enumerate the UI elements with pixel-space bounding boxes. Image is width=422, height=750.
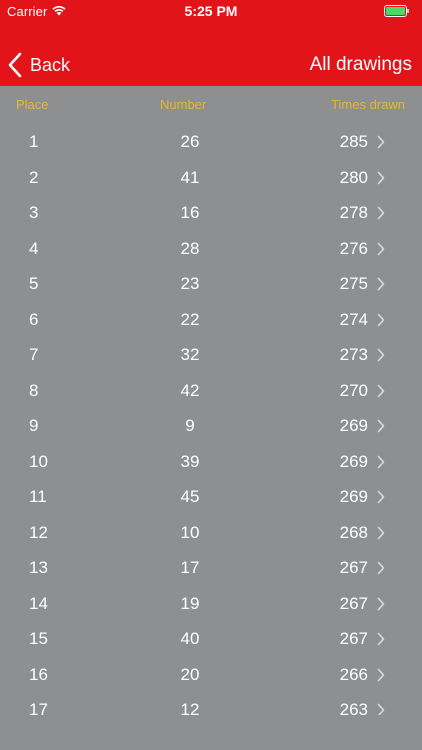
row-number: 16	[180, 203, 200, 222]
column-header-times-drawn: Times drawn	[331, 97, 405, 112]
row-times-drawn: 267	[339, 593, 368, 613]
column-header-place: Place	[16, 97, 49, 112]
chevron-right-icon	[377, 703, 385, 715]
row-number: 17	[180, 558, 200, 577]
row-times-drawn: 266	[339, 664, 368, 684]
row-times-drawn: 270	[339, 380, 368, 400]
chevron-right-icon	[377, 561, 385, 575]
table-row[interactable]: 5 23 275	[0, 265, 422, 301]
table-row[interactable]: 12 10 268	[0, 514, 422, 550]
row-times-drawn: 275	[339, 274, 368, 293]
table-row[interactable]: 1 26 285	[0, 123, 422, 159]
row-times-drawn: 269	[339, 451, 368, 471]
row-number: 22	[180, 309, 200, 329]
chevron-right-icon	[377, 419, 385, 433]
chevron-right-icon	[377, 135, 385, 149]
row-times-drawn: 278	[339, 203, 368, 222]
table-row[interactable]: 8 42 270	[0, 372, 422, 408]
table-row[interactable]: 3 16 278	[0, 194, 422, 230]
chevron-right-icon	[377, 313, 385, 326]
row-times-drawn: 276	[339, 238, 368, 258]
navigation-bar: Back All drawings	[0, 44, 422, 86]
row-times-drawn: 274	[339, 309, 368, 329]
chevron-right-icon	[377, 384, 385, 397]
table-row[interactable]: 13 17 267	[0, 549, 422, 585]
top-bar: Carrier 5:25 PM Back All drawings	[0, 0, 422, 86]
row-number: 42	[180, 380, 200, 400]
chevron-right-icon	[377, 526, 385, 539]
chevron-left-icon	[8, 52, 22, 78]
row-number: 19	[180, 593, 200, 613]
row-times-drawn: 267	[339, 558, 368, 577]
table-row[interactable]: 15 40 267	[0, 620, 422, 656]
chevron-right-icon	[377, 490, 385, 504]
table-row[interactable]: 16 20 266	[0, 656, 422, 692]
table-row[interactable]: 7 32 273	[0, 336, 422, 372]
bottom-safe-area	[0, 715, 422, 750]
back-button-label: Back	[30, 54, 71, 75]
chevron-right-icon	[377, 632, 385, 646]
drawings-list[interactable]: 1 26 285 2 41 280 3 16 278 4 28 276 5 23 275 6 22 274 7 32 2…	[0, 123, 422, 715]
row-times-drawn: 263	[339, 700, 368, 715]
row-number: 12	[180, 700, 200, 715]
chevron-right-icon	[377, 171, 385, 184]
status-time: 5:25 PM	[184, 3, 238, 19]
table-row[interactable]: 9 9 269	[0, 407, 422, 443]
battery-icon	[384, 5, 409, 17]
table-row[interactable]: 10 39 269	[0, 443, 422, 479]
table-row[interactable]: 11 45 269	[0, 478, 422, 514]
back-button[interactable]: Back	[6, 50, 70, 80]
table-row[interactable]: 4 28 276	[0, 230, 422, 266]
row-number: 45	[180, 487, 200, 506]
row-times-drawn: 273	[339, 345, 368, 364]
row-number: 23	[180, 274, 200, 293]
table-row[interactable]: 6 22 274	[0, 301, 422, 337]
row-number: 10	[180, 522, 200, 542]
row-number: 20	[180, 664, 200, 684]
row-number: 39	[180, 451, 200, 471]
row-times-drawn: 267	[339, 629, 368, 648]
chevron-right-icon	[377, 277, 385, 291]
chevron-right-icon	[377, 348, 385, 362]
row-number: 26	[180, 132, 200, 151]
chevron-right-icon	[377, 668, 385, 681]
row-number: 41	[180, 167, 200, 187]
row-number: 32	[180, 345, 200, 364]
row-times-drawn: 269	[339, 416, 368, 435]
screen: Carrier 5:25 PM Back All drawings Place …	[0, 0, 422, 750]
row-times-drawn: 285	[339, 132, 368, 151]
table-row[interactable]: 14 19 267	[0, 585, 422, 621]
chevron-right-icon	[377, 206, 385, 220]
table-row[interactable]: 17 12 263	[0, 691, 422, 715]
chevron-right-icon	[377, 455, 385, 468]
row-number: 28	[180, 238, 200, 258]
page-title: All drawings	[309, 54, 412, 75]
column-headers: Place Number Times drawn	[0, 94, 422, 116]
row-times-drawn: 280	[339, 167, 368, 187]
chevron-right-icon	[377, 242, 385, 255]
row-times-drawn: 269	[339, 487, 368, 506]
row-number: 9	[185, 416, 195, 435]
table-row[interactable]: 2 41 280	[0, 159, 422, 195]
chevron-right-icon	[377, 597, 385, 610]
row-times-drawn: 268	[339, 522, 368, 542]
row-number: 40	[180, 629, 200, 648]
column-header-number: Number	[160, 97, 207, 112]
status-bar: Carrier 5:25 PM	[0, 0, 422, 22]
